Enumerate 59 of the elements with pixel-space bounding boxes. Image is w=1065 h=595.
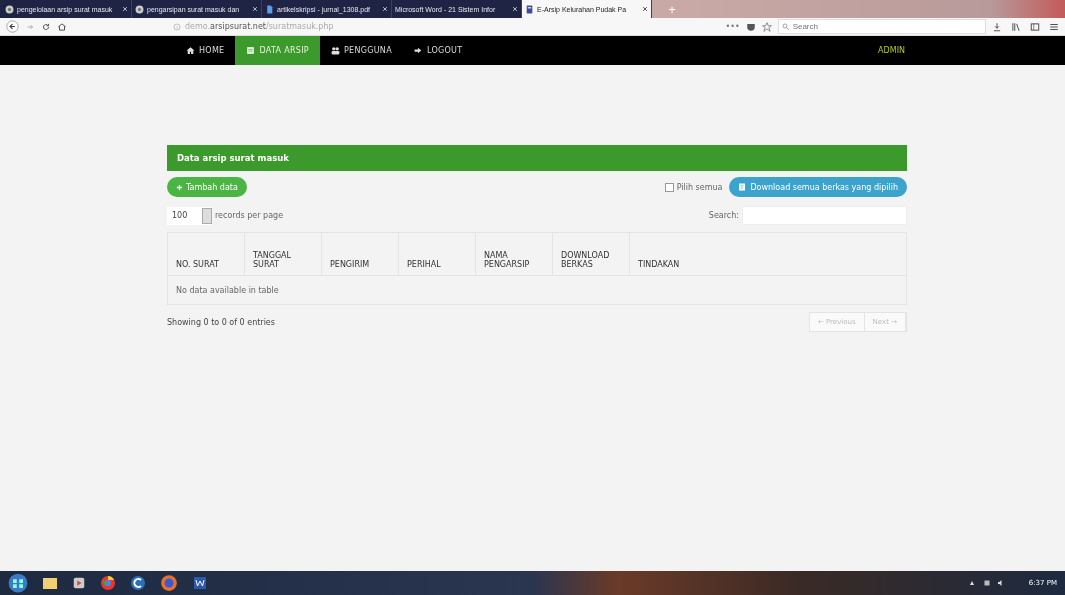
firefox-icon [160,574,178,592]
reload-icon [41,21,51,32]
plus-icon [176,183,183,191]
document-icon [265,4,274,14]
globe-icon [5,4,14,14]
info-icon [173,22,181,31]
home-icon [57,21,67,32]
search-label: Search: [708,211,739,220]
menu-icon [1049,21,1059,32]
download-icon [992,21,1002,32]
close-icon [382,6,388,12]
close-icon [252,6,258,12]
search-icon [781,22,790,31]
column-header[interactable]: DOWNLOAD BERKAS [552,232,630,276]
column-header[interactable]: TINDAKAN [629,232,907,276]
close-icon [642,6,648,12]
home-icon [186,46,195,55]
address-field[interactable]: demo.arsipsurat.net/suratmasuk.php [173,19,720,34]
checkbox-label: Pilih semua [676,182,723,192]
column-header[interactable]: PERIHAL [398,232,476,276]
chrome-icon [100,575,116,591]
column-header[interactable]: NAMA PENGARSIP [475,232,553,276]
panel-title: Data arsip surat masuk [167,145,907,171]
network-icon [982,579,991,587]
page-size-select[interactable]: 100 [167,206,212,225]
start-icon [8,573,28,593]
page-actions-button[interactable]: ••• [725,22,740,31]
user-name: ADMIN [878,45,905,57]
nav-link[interactable]: HOME [175,36,236,65]
checkbox[interactable] [664,182,674,192]
table-info: Showing 0 to 0 of 0 entries [167,317,275,327]
empty-message: No data available in table [176,285,279,295]
page-size-label: records per page [215,211,284,220]
word-icon [192,575,208,591]
volume-icon [996,579,1005,587]
column-header[interactable]: NO. SURAT [167,232,245,276]
url-text: demo.arsipsurat.net/suratmasuk.php [185,22,334,31]
users-icon [330,46,340,55]
folder-icon [42,575,58,591]
column-header[interactable]: TANGGAL SURAT [244,232,322,276]
archive-icon [246,46,256,55]
archive-icon [525,4,534,14]
nav-link[interactable]: LOGOUT [402,36,474,65]
sidebar-icon [1030,21,1040,32]
library-icon [1011,21,1021,32]
column-header[interactable]: PENGIRIM [321,232,399,276]
document-icon [738,183,747,191]
search-field[interactable]: Search [777,19,986,34]
close-icon [122,6,128,12]
logout-icon [413,46,423,55]
search-input[interactable]: Search [792,22,973,31]
app-icon [130,575,146,591]
globe-icon [135,4,144,14]
pocket-icon [745,21,756,32]
tray-arrow-icon [968,579,977,587]
close-icon [512,6,518,12]
nav-link[interactable]: PENGGUNA [319,36,403,65]
star-icon [761,21,772,32]
media-player-icon [72,576,86,590]
